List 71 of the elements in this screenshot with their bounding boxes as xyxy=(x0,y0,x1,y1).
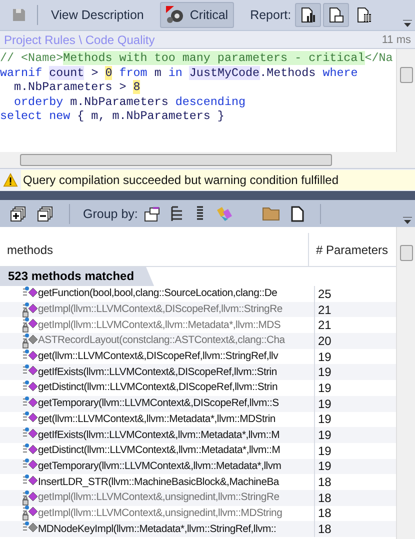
parameter-count: 18 xyxy=(317,521,332,537)
method-name[interactable]: InsertLDR_STR(llvm::MachineBasicBlock&,MachineBa xyxy=(38,476,279,488)
column-header[interactable]: methods xyxy=(0,233,309,266)
parameter-count: 19 xyxy=(317,364,332,380)
overflow-icon[interactable] xyxy=(403,20,412,27)
method-name[interactable]: getImpl(llvm::LLVMContext&,unsignedint,llvm::MDString xyxy=(38,508,282,519)
parameter-count: 19 xyxy=(317,412,332,428)
pencils-icon xyxy=(214,206,233,222)
horizontal-scrollbar[interactable] xyxy=(0,152,415,168)
overflow-icon[interactable] xyxy=(403,217,412,224)
document-button[interactable] xyxy=(288,204,306,224)
warning-icon xyxy=(3,173,18,187)
tree-list-icon xyxy=(170,206,185,222)
method-name[interactable]: get(llvm::LLVMContext&,DIScopeRef,llvm::StringRef,llv xyxy=(38,351,278,362)
flat-list-icon xyxy=(196,206,204,222)
save-icon xyxy=(11,7,27,23)
expand-all-button[interactable] xyxy=(8,204,28,224)
method-name[interactable]: MDNodeKeyImpl(llvm::Metadata*,llvm::StringRef,llvm:: xyxy=(38,524,276,535)
column-header[interactable]: # Parameters xyxy=(309,233,396,266)
method-name[interactable]: getDistinct(llvm::LLVMContext&,DIScopeRef,llvm::Strin xyxy=(38,382,278,394)
parameter-count: 18 xyxy=(317,506,332,522)
document-window-icon xyxy=(328,7,344,23)
vertical-scrollbar[interactable] xyxy=(396,227,415,539)
group-by-label: Group by: xyxy=(83,206,138,220)
folder-icon xyxy=(262,206,280,221)
parameter-count: 18 xyxy=(317,474,332,490)
method-name[interactable]: getTemporary(llvm::LLVMContext&,DIScopeRef,llvm::S xyxy=(38,398,279,410)
method-name[interactable]: ASTRecordLayout(constclang::ASTContext&,clang::Cha xyxy=(38,335,285,346)
report-button[interactable] xyxy=(323,3,350,27)
collapse-all-icon xyxy=(37,206,53,222)
code-line: select new { m, m.NbParameters } xyxy=(0,109,224,124)
parameter-count: 19 xyxy=(317,442,332,459)
parameter-count: 21 xyxy=(317,317,332,334)
method-name[interactable]: getDistinct(llvm::LLVMContext&,llvm::Metadata*,llvm::M xyxy=(38,445,280,456)
namespace-icon xyxy=(144,206,160,222)
method-name[interactable]: getTemporary(llvm::LLVMContext&,llvm::Metadata*,llvm xyxy=(38,460,282,472)
parameter-count: 19 xyxy=(317,427,332,443)
code-line: // <Name>Methods with too many parameters - critical</Na xyxy=(0,51,393,66)
group-header: 523 methods matched xyxy=(0,267,154,286)
method-name[interactable]: get(llvm::LLVMContext&,llvm::Metadata*,llvm::MDStrin xyxy=(38,414,276,425)
vertical-scrollbar[interactable] xyxy=(396,49,415,152)
warning-message: Query compilation succeeded but warning condition fulfilled xyxy=(21,170,415,190)
code-editor[interactable]: // <Name>Methods with too many parameters - critical</Na warnif count > 0 from m in JustMyCode.Methods where m.NbParameters > 8 orderby m.NbParameters descending select new { m, m.NbParameters } xyxy=(0,49,415,169)
code-line: warnif count > 0 from m in JustMyCode.Methods where xyxy=(0,66,358,80)
collapse-all-button[interactable] xyxy=(35,204,55,224)
method-name[interactable]: getImpl(llvm::LLVMContext&,unsignedint,llvm::StringRe xyxy=(38,492,280,504)
query-time: 11 ms xyxy=(382,34,411,46)
method-name[interactable]: getIfExists(llvm::LLVMContext&,DIScopeRef,llvm::Strin xyxy=(38,366,277,378)
method-name[interactable]: getImpl(llvm::LLVMContext&,llvm::Metadata*,llvm::MDS xyxy=(38,320,281,331)
view-description-button[interactable]: View Description xyxy=(45,4,150,26)
gear-icon xyxy=(166,6,186,24)
parameter-count: 20 xyxy=(317,333,332,349)
method-name[interactable]: getFunction(bool,bool,clang::SourceLocation,clang::De xyxy=(38,288,278,300)
parameter-count: 21 xyxy=(317,302,332,318)
chart-document-icon xyxy=(300,7,316,23)
expand-all-icon xyxy=(10,206,26,222)
critical-button[interactable]: Critical xyxy=(160,2,234,28)
parameter-count: 18 xyxy=(317,490,332,506)
method-name[interactable]: getIfExists(llvm::LLVMContext&,llvm::Metadata*,llvm::M xyxy=(38,430,280,441)
code-line: m.NbParameters > 8 xyxy=(13,80,140,94)
parameter-count: 19 xyxy=(317,458,332,474)
report-label: Report: xyxy=(250,8,292,22)
parameter-count: 19 xyxy=(317,348,332,364)
parameter-count: 19 xyxy=(317,396,332,412)
document-icon xyxy=(290,206,304,222)
code-line: orderby m.NbParameters descending xyxy=(13,94,246,109)
grid-document-icon xyxy=(356,7,372,23)
report-button[interactable] xyxy=(295,3,322,27)
parameter-count: 25 xyxy=(317,286,332,302)
method-name[interactable]: getImpl(llvm::LLVMContext&,DIScopeRef,llvm::StringRe xyxy=(38,304,282,316)
parameter-count: 19 xyxy=(317,380,332,396)
